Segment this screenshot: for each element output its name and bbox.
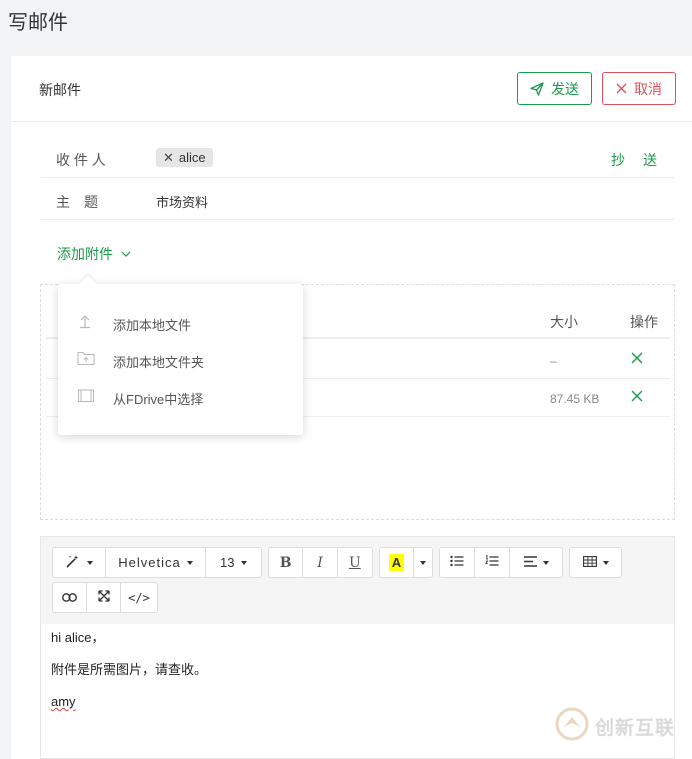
email-line: hi alice，: [51, 630, 105, 645]
bullet-list-icon: [450, 555, 464, 570]
attachment-size: –: [550, 354, 557, 368]
highlight-color-button[interactable]: A: [380, 548, 414, 577]
toolbar-format-group: B I U: [268, 547, 373, 578]
code-icon: </>: [128, 590, 150, 605]
delete-attachment-icon[interactable]: [631, 389, 643, 407]
send-label: 发送: [551, 80, 579, 97]
toolbar-misc-group: </>: [52, 582, 158, 613]
toolbar-color-group: A: [379, 547, 433, 578]
recipient-name: alice: [178, 150, 206, 165]
fullscreen-button[interactable]: [87, 583, 121, 612]
magic-wand-icon: [65, 554, 81, 571]
bullet-list-button[interactable]: [440, 548, 475, 577]
compose-header: 新邮件 发送 取消: [11, 56, 692, 122]
insert-link-button[interactable]: [53, 583, 87, 612]
font-family-select[interactable]: Helvetica: [106, 548, 206, 577]
send-icon: [530, 81, 544, 96]
close-icon: [616, 83, 627, 94]
send-button[interactable]: 发送: [517, 72, 592, 105]
italic-button[interactable]: I: [303, 548, 338, 577]
bcc-link[interactable]: 送: [643, 150, 657, 170]
table-icon: [582, 555, 597, 570]
subject-input[interactable]: 市场资料: [156, 192, 208, 211]
menu-item-add-local-folder[interactable]: 添加本地文件夹: [58, 344, 303, 374]
cancel-label: 取消: [634, 80, 662, 97]
align-left-icon: [523, 555, 537, 570]
link-icon: [62, 590, 77, 605]
highlight-icon: A: [388, 554, 405, 571]
email-line: amy: [51, 694, 76, 709]
add-attachment-label: 添加附件: [57, 246, 113, 262]
menu-item-label: 从FDrive中选择: [113, 392, 204, 407]
code-view-button[interactable]: </>: [121, 583, 157, 612]
size-column-header: 大小: [550, 314, 578, 330]
editor-toolbar: Helvetica 13 B I U A </>: [41, 537, 674, 624]
font-size-value: 13: [220, 555, 235, 570]
numbered-list-button[interactable]: [475, 548, 510, 577]
cc-link[interactable]: 抄: [611, 150, 625, 170]
page-title: 写邮件: [8, 12, 68, 34]
font-family-value: Helvetica: [118, 555, 181, 570]
toolbar-paragraph-group: [439, 547, 563, 578]
compose-card: 新邮件 发送 取消 收 件 人 ✕ alice 抄 送 主 题 市场资料 添加附…: [11, 56, 692, 759]
attachment-size: 87.45 KB: [550, 392, 600, 406]
numbered-list-icon: [485, 554, 499, 570]
folder-upload-icon: [77, 350, 95, 366]
recipient-row: 收 件 人 ✕ alice 抄 送: [41, 138, 675, 178]
subject-label: 主 题: [56, 194, 98, 210]
subject-row: 主 题 市场资料: [41, 180, 675, 220]
menu-item-label: 添加本地文件: [113, 318, 192, 333]
font-size-select[interactable]: 13: [206, 548, 261, 577]
menu-item-label: 添加本地文件夹: [113, 355, 205, 370]
email-line: 附件是所需图片，请查收。: [51, 662, 208, 677]
toolbar-table-group: [569, 547, 622, 578]
recipient-label: 收 件 人: [56, 152, 106, 168]
color-dropdown-button[interactable]: [414, 548, 432, 577]
watermark: 创新互联: [555, 707, 675, 746]
cancel-button[interactable]: 取消: [602, 72, 676, 105]
watermark-logo: [555, 707, 589, 746]
remove-recipient-icon[interactable]: ✕: [163, 150, 174, 166]
action-column-header: 操作: [630, 314, 658, 330]
underline-button[interactable]: U: [338, 548, 372, 577]
align-dropdown-button[interactable]: [510, 548, 562, 577]
fullscreen-icon: [97, 590, 110, 605]
editor-content[interactable]: hi alice， 附件是所需图片，请查收。 amy: [51, 630, 207, 726]
fdrive-icon: [77, 387, 95, 403]
watermark-text: 创新互联: [595, 718, 676, 739]
chevron-down-icon: [121, 251, 131, 257]
menu-item-select-from-fdrive[interactable]: 从FDrive中选择: [58, 381, 303, 411]
insert-table-button[interactable]: [570, 548, 621, 577]
compose-title: 新邮件: [39, 82, 81, 98]
recipient-chip[interactable]: ✕ alice: [156, 148, 213, 167]
upload-icon: [77, 313, 93, 329]
attachment-dropdown-menu: 添加本地文件 添加本地文件夹 从FDrive中选择: [58, 284, 303, 435]
menu-item-add-local-file[interactable]: 添加本地文件: [58, 307, 303, 337]
style-magic-button[interactable]: [53, 548, 107, 577]
add-attachment-button[interactable]: 添加附件: [57, 244, 131, 264]
bold-button[interactable]: B: [269, 548, 304, 577]
toolbar-style-group: Helvetica 13: [52, 547, 262, 578]
delete-attachment-icon[interactable]: [631, 351, 643, 369]
